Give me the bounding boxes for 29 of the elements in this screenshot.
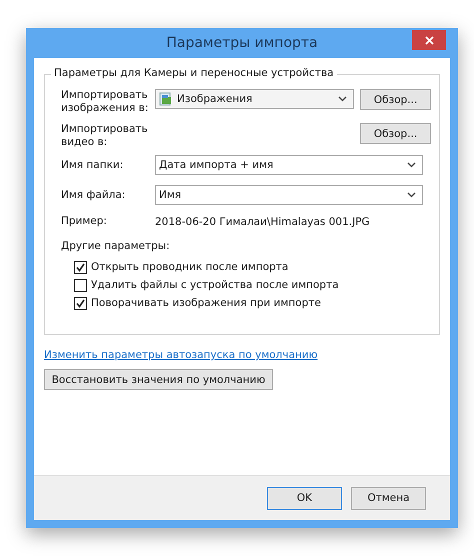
window-title: Параметры импорта [166, 35, 318, 51]
restore-defaults-button[interactable]: Восстановить значения по умолчанию [44, 369, 273, 390]
chevron-icon [338, 96, 348, 102]
close-icon [424, 36, 434, 44]
group-title: Параметры для Камеры и переносные устройства [51, 67, 337, 79]
close-button[interactable] [412, 30, 446, 50]
options-label: Другие параметры: [61, 240, 171, 252]
field-label: Пример: [61, 215, 108, 228]
field-label: Имя папки: [61, 158, 124, 172]
dialog-button[interactable]: Отмена [351, 486, 426, 510]
browse-button[interactable]: Обзор... [360, 123, 431, 144]
autoplay-link[interactable]: Изменить параметры автозапуска по умолчанию [44, 349, 318, 361]
field-label: Импортировать изображения в: [61, 89, 150, 115]
browse-button[interactable]: Обзор... [360, 89, 431, 110]
field-label: Импортировать видео в: [61, 123, 149, 149]
field-label: Имя файла: [61, 188, 126, 202]
name-dropdown[interactable]: Дата импорта + имя [155, 155, 423, 175]
option-checkbox[interactable]: Поворачивать изображения при импорте [74, 294, 321, 312]
option-checkbox[interactable]: Удалить файлы с устройства после импорта [74, 276, 339, 294]
example-path: 2018-06-20 Гималаи\Himalayas 001.JPG [155, 216, 370, 228]
checkmark-icon [76, 298, 85, 308]
folder-icon [159, 92, 173, 106]
folder-dropdown[interactable]: Изображения [155, 89, 354, 109]
chevron-icon [407, 162, 416, 168]
name-dropdown[interactable]: Имя [155, 185, 423, 205]
option-checkbox[interactable]: Открыть проводник после импорта [74, 258, 288, 276]
chevron-icon [407, 192, 416, 198]
checkmark-icon [76, 262, 85, 272]
dialog-button[interactable]: OK [267, 486, 342, 510]
